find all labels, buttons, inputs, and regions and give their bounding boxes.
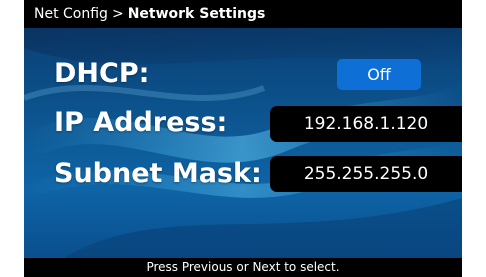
device-screen: Net Config > Network Settings DHCP: Off …: [24, 0, 462, 277]
subnet-mask-field[interactable]: 255.255.255.0: [270, 156, 462, 192]
footer-hint: Press Previous or Next to select.: [24, 258, 462, 277]
breadcrumb-parent[interactable]: Net Config: [34, 6, 108, 22]
breadcrumb-current: Network Settings: [127, 6, 266, 22]
ip-address-field[interactable]: 192.168.1.120: [270, 106, 462, 142]
dhcp-toggle[interactable]: Off: [337, 59, 421, 90]
settings-panel: DHCP: Off IP Address: 192.168.1.120 Subn…: [24, 28, 462, 258]
breadcrumb: Net Config > Network Settings: [24, 0, 462, 28]
ip-address-label: IP Address:: [54, 107, 228, 138]
dhcp-label: DHCP:: [54, 58, 150, 89]
breadcrumb-separator: >: [111, 6, 124, 22]
subnet-mask-label: Subnet Mask:: [54, 158, 262, 189]
